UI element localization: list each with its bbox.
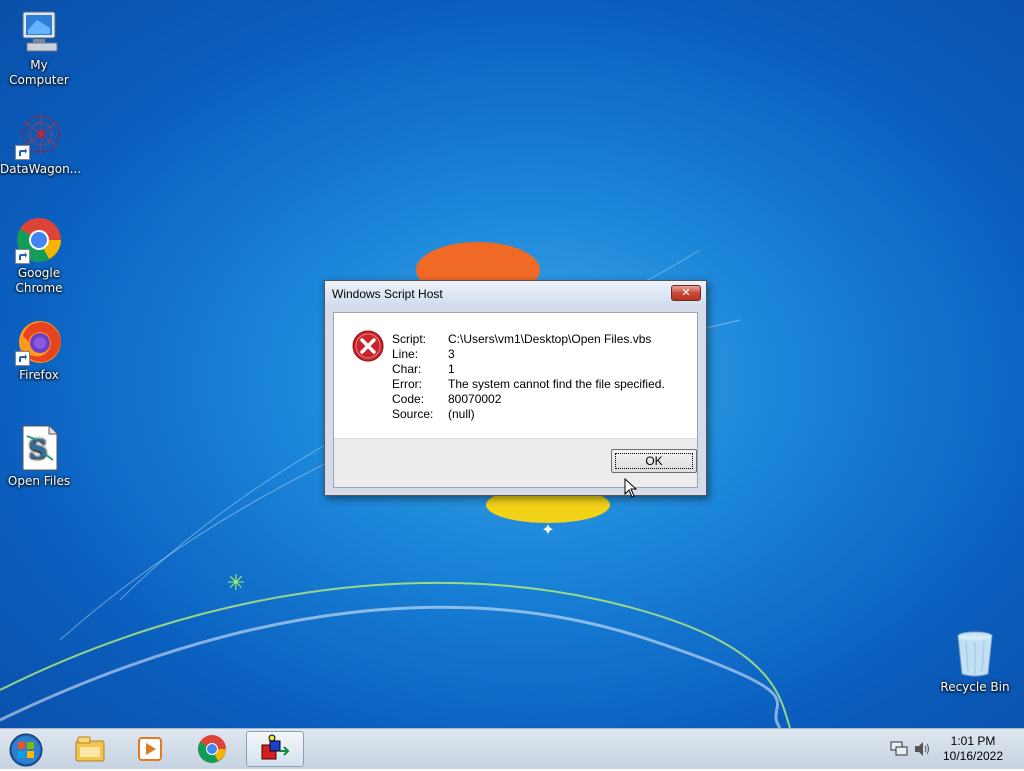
volume-icon[interactable] [913,741,931,757]
script-error-dialog: Windows Script Host ✕ Script: C:\Users\vm… [324,280,707,496]
script-host-icon [261,734,290,760]
desktop-icon-google-chrome[interactable]: Google Chrome [0,216,78,296]
desktop-icon-my-computer[interactable]: My Computer [0,8,78,88]
start-orb-icon [9,733,43,767]
script-file-icon: S [15,424,63,472]
taskbar-script-host[interactable] [246,731,304,767]
start-button[interactable] [6,732,46,768]
detail-value: (null) [448,407,475,421]
svg-text:S: S [29,435,48,465]
computer-icon [15,8,63,56]
svg-text:✦: ✦ [541,520,554,539]
dialog-client-area: Script: C:\Users\vm1\Desktop\Open Files.v… [333,312,698,488]
desktop-icon-label: Firefox [19,368,59,382]
shortcut-arrow-icon [15,145,30,160]
ok-button[interactable]: OK [611,449,697,473]
desktop-icon-recycle-bin[interactable]: Recycle Bin [936,630,1014,695]
detail-value: The system cannot find the file specifie… [448,377,665,391]
detail-label: Source: [392,407,434,421]
detail-row-script: Script: C:\Users\vm1\Desktop\Open Files.v… [392,332,665,347]
detail-row-char: Char: 1 [392,362,665,377]
chrome-icon [198,735,226,763]
file-explorer-icon [75,736,105,762]
close-icon: ✕ [681,286,691,299]
mouse-cursor-icon [624,478,638,498]
focus-rectangle [615,453,693,469]
desktop-icon-firefox[interactable]: Firefox [0,318,78,383]
taskbar-chrome[interactable] [184,731,240,767]
detail-value: C:\Users\vm1\Desktop\Open Files.vbs [448,332,652,346]
datawagon-icon [15,112,63,160]
firefox-icon [15,318,63,366]
svg-text:✳: ✳ [227,571,245,596]
detail-row-code: Code: 80070002 [392,392,665,407]
desktop-icon-label: My Computer [9,58,69,87]
detail-label: Line: [392,347,419,361]
taskbar-file-explorer[interactable] [62,731,118,767]
clock-time: 1:01 PM [950,734,996,748]
taskbar-media-player[interactable] [122,731,178,767]
system-clock[interactable]: 1:01 PM 10/16/2022 [938,734,1008,764]
taskbar: 1:01 PM 10/16/2022 [0,728,1024,769]
media-player-icon [138,737,162,761]
recycle-bin-icon [951,630,999,678]
error-details: Script: C:\Users\vm1\Desktop\Open Files.v… [392,332,665,422]
detail-row-source: Source: (null) [392,407,665,422]
shortcut-arrow-icon [15,249,30,264]
detail-value: 1 [448,362,455,376]
detail-row-error: Error: The system cannot find the file sp… [392,377,665,392]
desktop-icon-label: Open Files [7,474,71,488]
detail-label: Script: [392,332,427,346]
detail-value: 80070002 [448,392,502,406]
detail-label: Code: [392,392,425,406]
network-icon[interactable] [890,741,908,757]
desktop-icon-label: Recycle Bin [940,680,1010,694]
close-button[interactable]: ✕ [671,285,701,301]
detail-row-line: Line: 3 [392,347,665,362]
dialog-titlebar[interactable]: Windows Script Host ✕ [325,281,706,307]
detail-label: Char: [392,362,422,376]
desktop-icon-label: Google Chrome [15,266,63,295]
error-icon [352,330,384,362]
clock-date: 10/16/2022 [942,749,1004,763]
dialog-title: Windows Script Host [332,287,443,301]
dialog-button-bar: OK [334,438,697,487]
chrome-icon [15,216,63,264]
desktop-icon-datawagon[interactable]: DataWagon... [0,112,82,177]
detail-value: 3 [448,347,455,361]
shortcut-arrow-icon [15,351,30,366]
desktop-icon-label: DataWagon... [0,162,82,176]
detail-label: Error: [392,377,422,391]
desktop-icon-open-files[interactable]: S Open Files [0,424,78,489]
